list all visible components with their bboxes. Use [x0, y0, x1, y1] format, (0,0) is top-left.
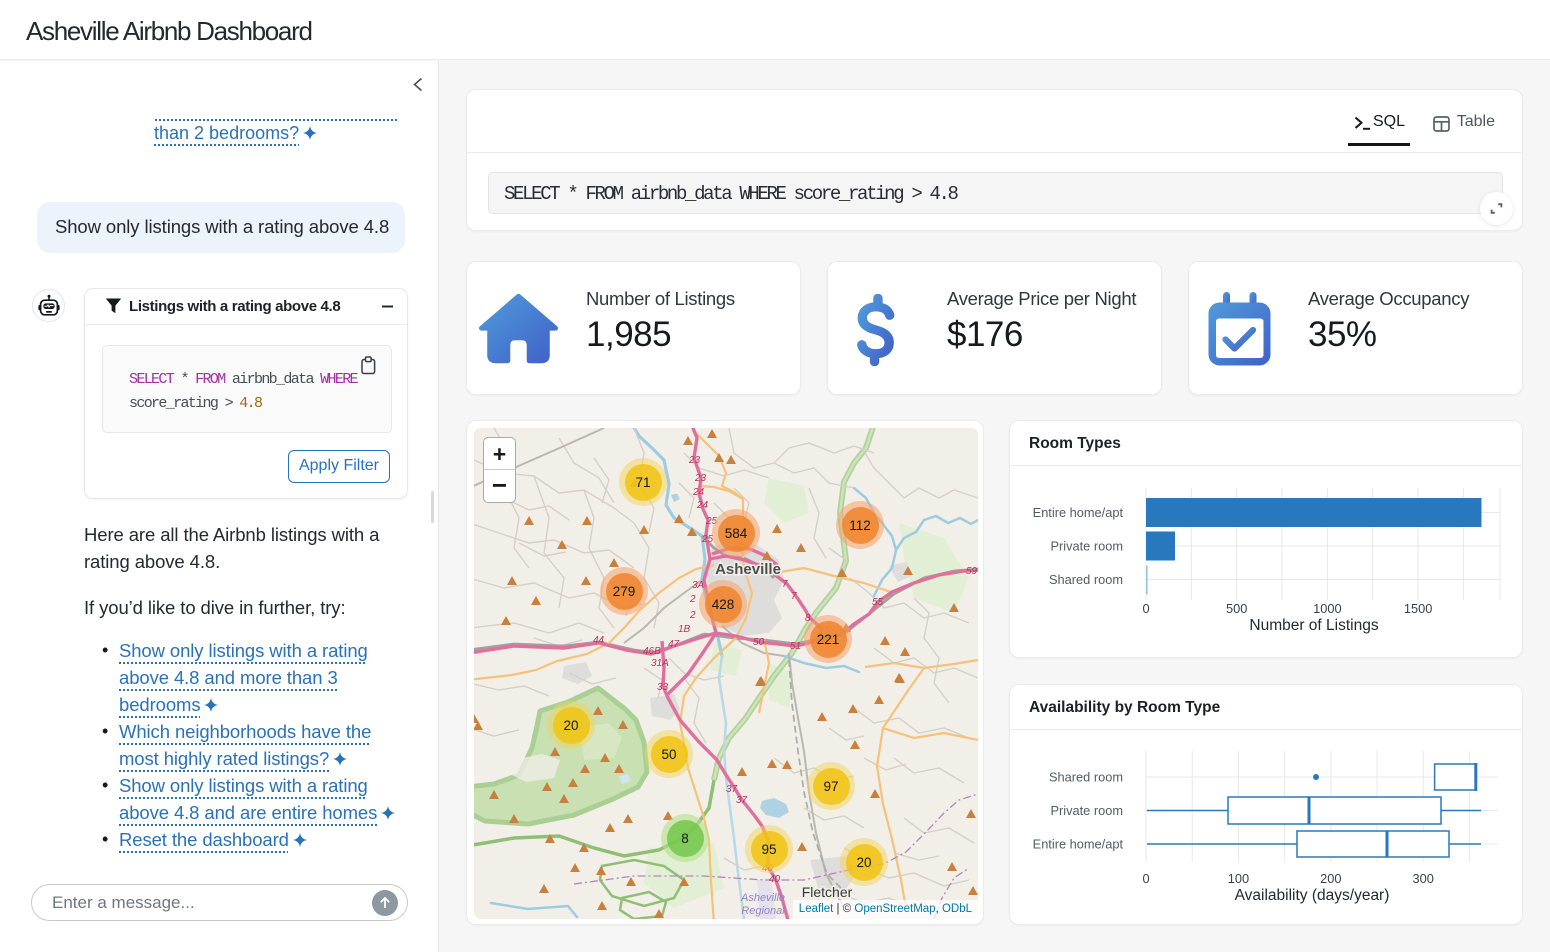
svg-text:Private room: Private room: [1050, 539, 1123, 554]
svg-text:50: 50: [753, 637, 765, 648]
svg-text:1000: 1000: [1313, 601, 1341, 616]
svg-text:0: 0: [1142, 601, 1149, 616]
svg-text:51: 51: [790, 641, 801, 652]
svg-text:7: 7: [791, 591, 797, 602]
svg-text:40: 40: [769, 874, 781, 885]
svg-text:7: 7: [782, 579, 788, 590]
svg-text:24: 24: [692, 487, 705, 498]
svg-text:0: 0: [1142, 871, 1149, 886]
svg-text:Private room: Private room: [1050, 803, 1123, 818]
svg-text:46B: 46B: [643, 646, 661, 657]
svg-text:33: 33: [657, 682, 669, 693]
svg-text:37: 37: [736, 795, 748, 806]
svg-text:Asheville: Asheville: [715, 561, 781, 578]
svg-text:Fletcher: Fletcher: [802, 884, 853, 900]
svg-text:Availability (days/year): Availability (days/year): [1235, 887, 1390, 904]
svg-text:200: 200: [1320, 871, 1341, 886]
svg-text:55: 55: [872, 597, 884, 608]
svg-text:23: 23: [694, 473, 707, 484]
svg-text:Shared room: Shared room: [1049, 770, 1123, 785]
svg-text:59: 59: [966, 566, 978, 577]
svg-text:Entire home/apt: Entire home/apt: [1033, 505, 1124, 520]
svg-text:24: 24: [696, 500, 709, 511]
svg-text:1B: 1B: [678, 624, 691, 635]
svg-text:500: 500: [1226, 601, 1247, 616]
svg-text:Airport: Airport: [746, 918, 780, 919]
svg-text:Asheville: Asheville: [740, 892, 785, 904]
svg-text:44: 44: [593, 635, 605, 646]
svg-text:2: 2: [689, 610, 696, 621]
svg-text:37: 37: [726, 784, 738, 795]
svg-text:31A: 31A: [651, 658, 669, 669]
svg-text:100: 100: [1228, 871, 1249, 886]
svg-text:Regional: Regional: [741, 905, 785, 917]
svg-text:Entire home/apt: Entire home/apt: [1033, 837, 1124, 852]
svg-text:Shared room: Shared room: [1049, 572, 1123, 587]
svg-text:47: 47: [668, 639, 680, 650]
svg-text:300: 300: [1413, 871, 1434, 886]
svg-text:2: 2: [689, 594, 696, 605]
svg-text:23: 23: [688, 455, 701, 466]
svg-text:Number of Listings: Number of Listings: [1249, 617, 1378, 634]
svg-text:1500: 1500: [1404, 601, 1432, 616]
